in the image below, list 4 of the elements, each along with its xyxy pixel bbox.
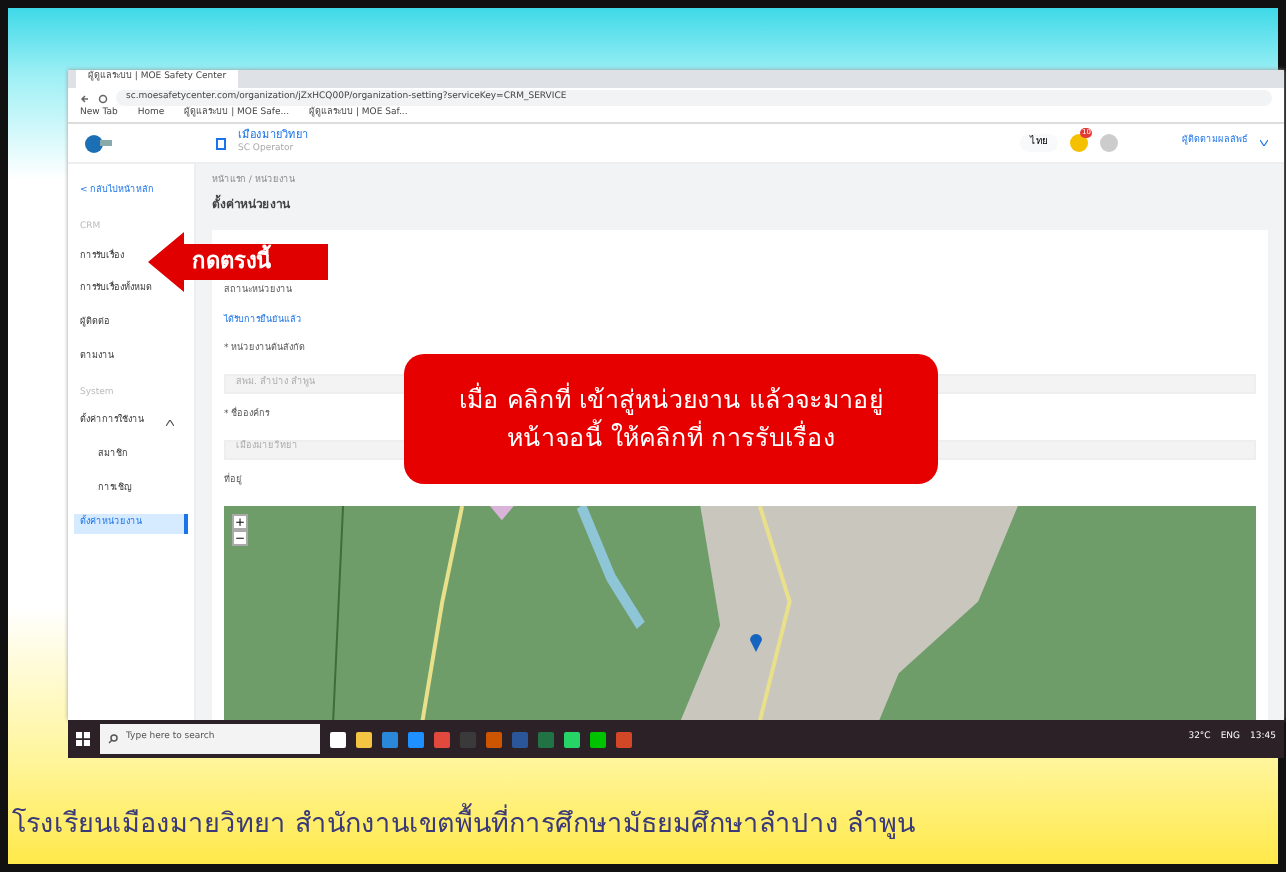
callout-text: หน้าจอนี้ ให้คลิกที่ การรับเรื่อง — [505, 419, 837, 455]
callout-text: เมื่อ คลิกที่ เข้าสู่หน่วยงาน แล้วจะมาอยู่ — [457, 382, 885, 419]
callout-label: กดตรงนี้ — [192, 246, 272, 278]
caption-text: โรงเรียนเมืองมายวิทยา สำนักงานเขตพื้นที่การศึกษามัธยมศึกษาลำปาง ลำพูน — [8, 804, 1278, 845]
